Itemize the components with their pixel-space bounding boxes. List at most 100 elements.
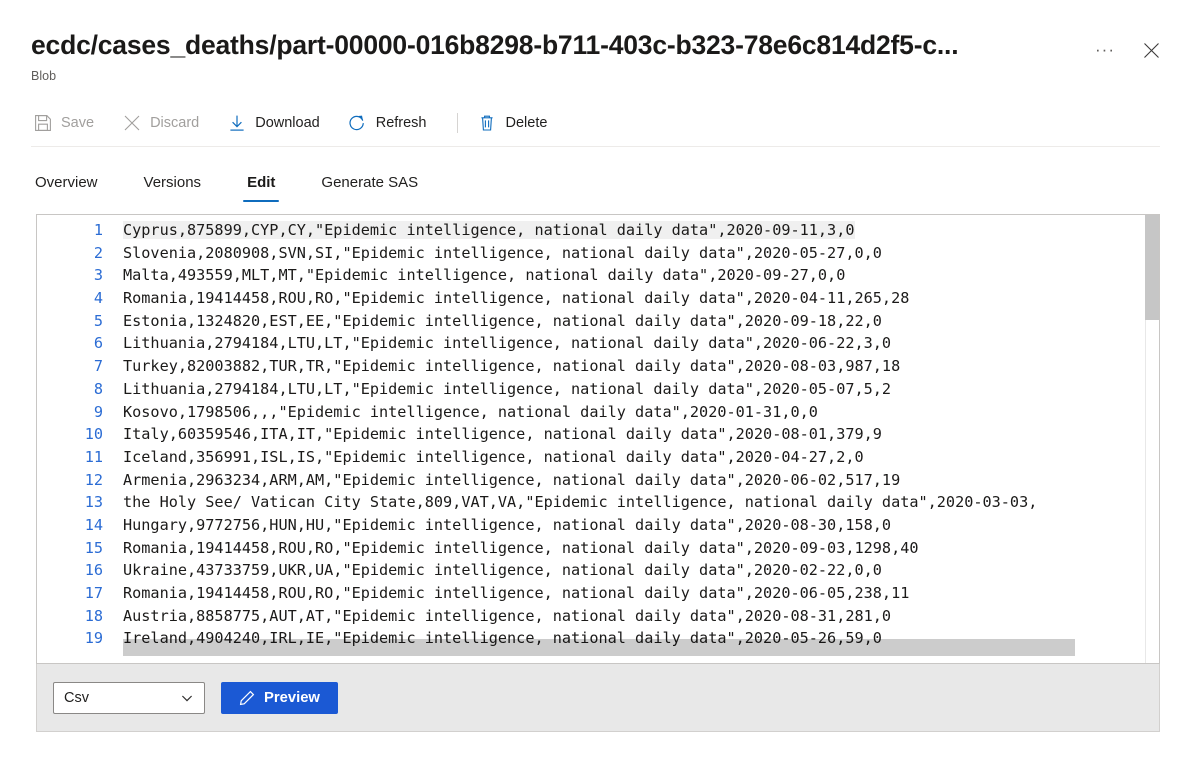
- resource-type-label: Blob: [31, 69, 57, 83]
- code-line[interactable]: 12 Armenia,2963234,ARM,AM,"Epidemic intel…: [37, 469, 1159, 492]
- save-label: Save: [61, 115, 95, 131]
- code-line-content: Romania,19414458,ROU,RO,"Epidemic intell…: [123, 289, 910, 308]
- tab-edit[interactable]: Edit: [243, 174, 280, 202]
- tab-generate-sas[interactable]: Generate SAS: [317, 174, 422, 202]
- code-line-text: Malta,493559,MLT,MT,"Epidemic intelligen…: [103, 264, 1159, 287]
- code-line-content: Italy,60359546,ITA,IT,"Epidemic intellig…: [123, 425, 882, 444]
- line-number: 15: [84, 538, 103, 557]
- code-line[interactable]: 6 Lithuania,2794184,LTU,LT,"Epidemic inte…: [37, 332, 1159, 355]
- code-line[interactable]: 15 Romania,19414458,ROU,RO,"Epidemic inte…: [37, 537, 1159, 560]
- code-line[interactable]: 8 Lithuania,2794184,LTU,LT,"Epidemic inte…: [37, 378, 1159, 401]
- code-line-text: Cyprus,875899,CYP,CY,"Epidemic intellige…: [103, 219, 1159, 242]
- line-number: 5: [93, 311, 103, 330]
- code-line[interactable]: 2 Slovenia,2080908,SVN,SI,"Epidemic intel…: [37, 242, 1159, 265]
- preview-button[interactable]: Preview: [221, 681, 338, 714]
- line-number: 2: [93, 243, 103, 262]
- download-button[interactable]: Download: [225, 106, 332, 140]
- code-line-list: 1 Cyprus,875899,CYP,CY,"Epidemic intellig…: [37, 219, 1159, 650]
- code-line[interactable]: 5 Estonia,1324820,EST,EE,"Epidemic intell…: [37, 310, 1159, 333]
- code-line-text: Turkey,82003882,TUR,TR,"Epidemic intelli…: [103, 355, 1159, 378]
- header-actions: ···: [1089, 34, 1167, 66]
- line-number: 17: [84, 584, 103, 602]
- discard-label: Discard: [150, 115, 200, 131]
- code-line-text: Iceland,356991,ISL,IS,"Epidemic intellig…: [103, 446, 1159, 469]
- download-label: Download: [255, 115, 320, 131]
- delete-label: Delete: [505, 115, 548, 131]
- code-line[interactable]: 17 Romania,19414458,ROU,RO,"Epidemic inte…: [37, 582, 1159, 605]
- code-line-text: Hungary,9772756,HUN,HU,"Epidemic intelli…: [103, 514, 1159, 537]
- refresh-button[interactable]: Refresh: [346, 106, 439, 140]
- code-line-text: Italy,60359546,ITA,IT,"Epidemic intellig…: [103, 423, 1159, 446]
- code-line[interactable]: 11 Iceland,356991,ISL,IS,"Epidemic intell…: [37, 446, 1159, 469]
- line-number: 1: [93, 221, 103, 239]
- code-line-content: Armenia,2963234,ARM,AM,"Epidemic intelli…: [123, 470, 901, 489]
- discard-button[interactable]: Discard: [120, 106, 211, 140]
- chevron-down-icon: [180, 691, 194, 705]
- code-line-text: Lithuania,2794184,LTU,LT,"Epidemic intel…: [103, 332, 1159, 355]
- code-line-content: Turkey,82003882,TUR,TR,"Epidemic intelli…: [123, 357, 901, 376]
- code-line[interactable]: 14 Hungary,9772756,HUN,HU,"Epidemic intel…: [37, 514, 1159, 537]
- code-line[interactable]: 7 Turkey,82003882,TUR,TR,"Epidemic intell…: [37, 355, 1159, 378]
- code-line-content: Romania,19414458,ROU,RO,"Epidemic intell…: [123, 584, 910, 602]
- code-editor-viewport[interactable]: 1 Cyprus,875899,CYP,CY,"Epidemic intellig…: [37, 215, 1159, 663]
- format-select-value: Csv: [64, 689, 89, 706]
- code-line-text: Romania,19414458,ROU,RO,"Epidemic intell…: [103, 287, 1159, 310]
- code-line[interactable]: 10 Italy,60359546,ITA,IT,"Epidemic intell…: [37, 423, 1159, 446]
- code-line[interactable]: 13 the Holy See/ Vatican City State,809,V…: [37, 491, 1159, 514]
- editor-vertical-scrollbar[interactable]: [1145, 215, 1159, 663]
- delete-icon: [478, 114, 497, 133]
- code-line[interactable]: 18 Austria,8858775,AUT,AT,"Epidemic intel…: [37, 605, 1159, 628]
- code-line-text: Lithuania,2794184,LTU,LT,"Epidemic intel…: [103, 378, 1159, 401]
- code-line-content: Ukraine,43733759,UKR,UA,"Epidemic intell…: [123, 561, 882, 580]
- code-line[interactable]: 4 Romania,19414458,ROU,RO,"Epidemic intel…: [37, 287, 1159, 310]
- line-number: 12: [84, 470, 103, 489]
- code-line-content: Slovenia,2080908,SVN,SI,"Epidemic intell…: [123, 243, 882, 262]
- line-number: 14: [84, 515, 103, 534]
- close-icon: [1143, 42, 1159, 58]
- tab-versions[interactable]: Versions: [140, 174, 206, 202]
- line-number: 16: [84, 561, 103, 580]
- code-line[interactable]: 9 Kosovo,1798506,,,"Epidemic intelligence…: [37, 401, 1159, 424]
- line-number: 18: [84, 606, 103, 625]
- code-line-content: Estonia,1324820,EST,EE,"Epidemic intelli…: [123, 311, 882, 330]
- code-line-text: Estonia,1324820,EST,EE,"Epidemic intelli…: [103, 310, 1159, 333]
- more-options-button[interactable]: ···: [1089, 34, 1121, 66]
- code-line-content: Austria,8858775,AUT,AT,"Epidemic intelli…: [123, 606, 892, 625]
- code-line[interactable]: 16 Ukraine,43733759,UKR,UA,"Epidemic inte…: [37, 559, 1159, 582]
- line-number: 4: [93, 289, 103, 308]
- command-separator: [456, 113, 458, 133]
- code-line-content: Cyprus,875899,CYP,CY,"Epidemic intellige…: [123, 221, 855, 239]
- code-line-content: Malta,493559,MLT,MT,"Epidemic intelligen…: [123, 266, 846, 285]
- refresh-label: Refresh: [375, 115, 427, 131]
- code-line-content: Romania,19414458,ROU,RO,"Epidemic intell…: [123, 538, 919, 557]
- code-line-content: the Holy See/ Vatican City State,809,VAT…: [123, 493, 1038, 512]
- code-line-text: Romania,19414458,ROU,RO,"Epidemic intell…: [103, 582, 1159, 605]
- save-button[interactable]: Save: [31, 106, 106, 140]
- code-line-text: Slovenia,2080908,SVN,SI,"Epidemic intell…: [103, 242, 1159, 265]
- code-line[interactable]: 1 Cyprus,875899,CYP,CY,"Epidemic intellig…: [37, 219, 1159, 242]
- editor-horizontal-scrollbar-thumb[interactable]: [123, 639, 1075, 656]
- delete-button[interactable]: Delete: [476, 106, 560, 140]
- close-button[interactable]: [1135, 34, 1167, 66]
- code-line[interactable]: 3 Malta,493559,MLT,MT,"Epidemic intellige…: [37, 264, 1159, 287]
- code-line-content: Hungary,9772756,HUN,HU,"Epidemic intelli…: [123, 515, 892, 534]
- page-title: ecdc/cases_deaths/part-00000-016b8298-b7…: [31, 30, 959, 60]
- ellipsis-icon: ···: [1095, 40, 1115, 59]
- line-number: 7: [93, 357, 103, 376]
- tab-bar: Overview Versions Edit Generate SAS: [31, 160, 460, 202]
- editor-vertical-scrollbar-thumb[interactable]: [1145, 215, 1159, 320]
- title-row: ecdc/cases_deaths/part-00000-016b8298-b7…: [31, 30, 1167, 66]
- tab-overview[interactable]: Overview: [31, 174, 102, 202]
- format-select[interactable]: Csv: [53, 681, 205, 714]
- command-bar: Save Discard Download Refresh Delete: [31, 106, 573, 140]
- code-line-content: Lithuania,2794184,LTU,LT,"Epidemic intel…: [123, 379, 892, 398]
- line-number: 13: [84, 493, 103, 512]
- save-icon: [33, 114, 52, 133]
- command-bar-divider: [31, 146, 1160, 147]
- line-number: 8: [93, 379, 103, 398]
- refresh-icon: [348, 114, 367, 133]
- discard-icon: [122, 114, 141, 133]
- code-line-text: Ukraine,43733759,UKR,UA,"Epidemic intell…: [103, 559, 1159, 582]
- code-editor[interactable]: 1 Cyprus,875899,CYP,CY,"Epidemic intellig…: [36, 214, 1160, 664]
- code-line-text: Armenia,2963234,ARM,AM,"Epidemic intelli…: [103, 469, 1159, 492]
